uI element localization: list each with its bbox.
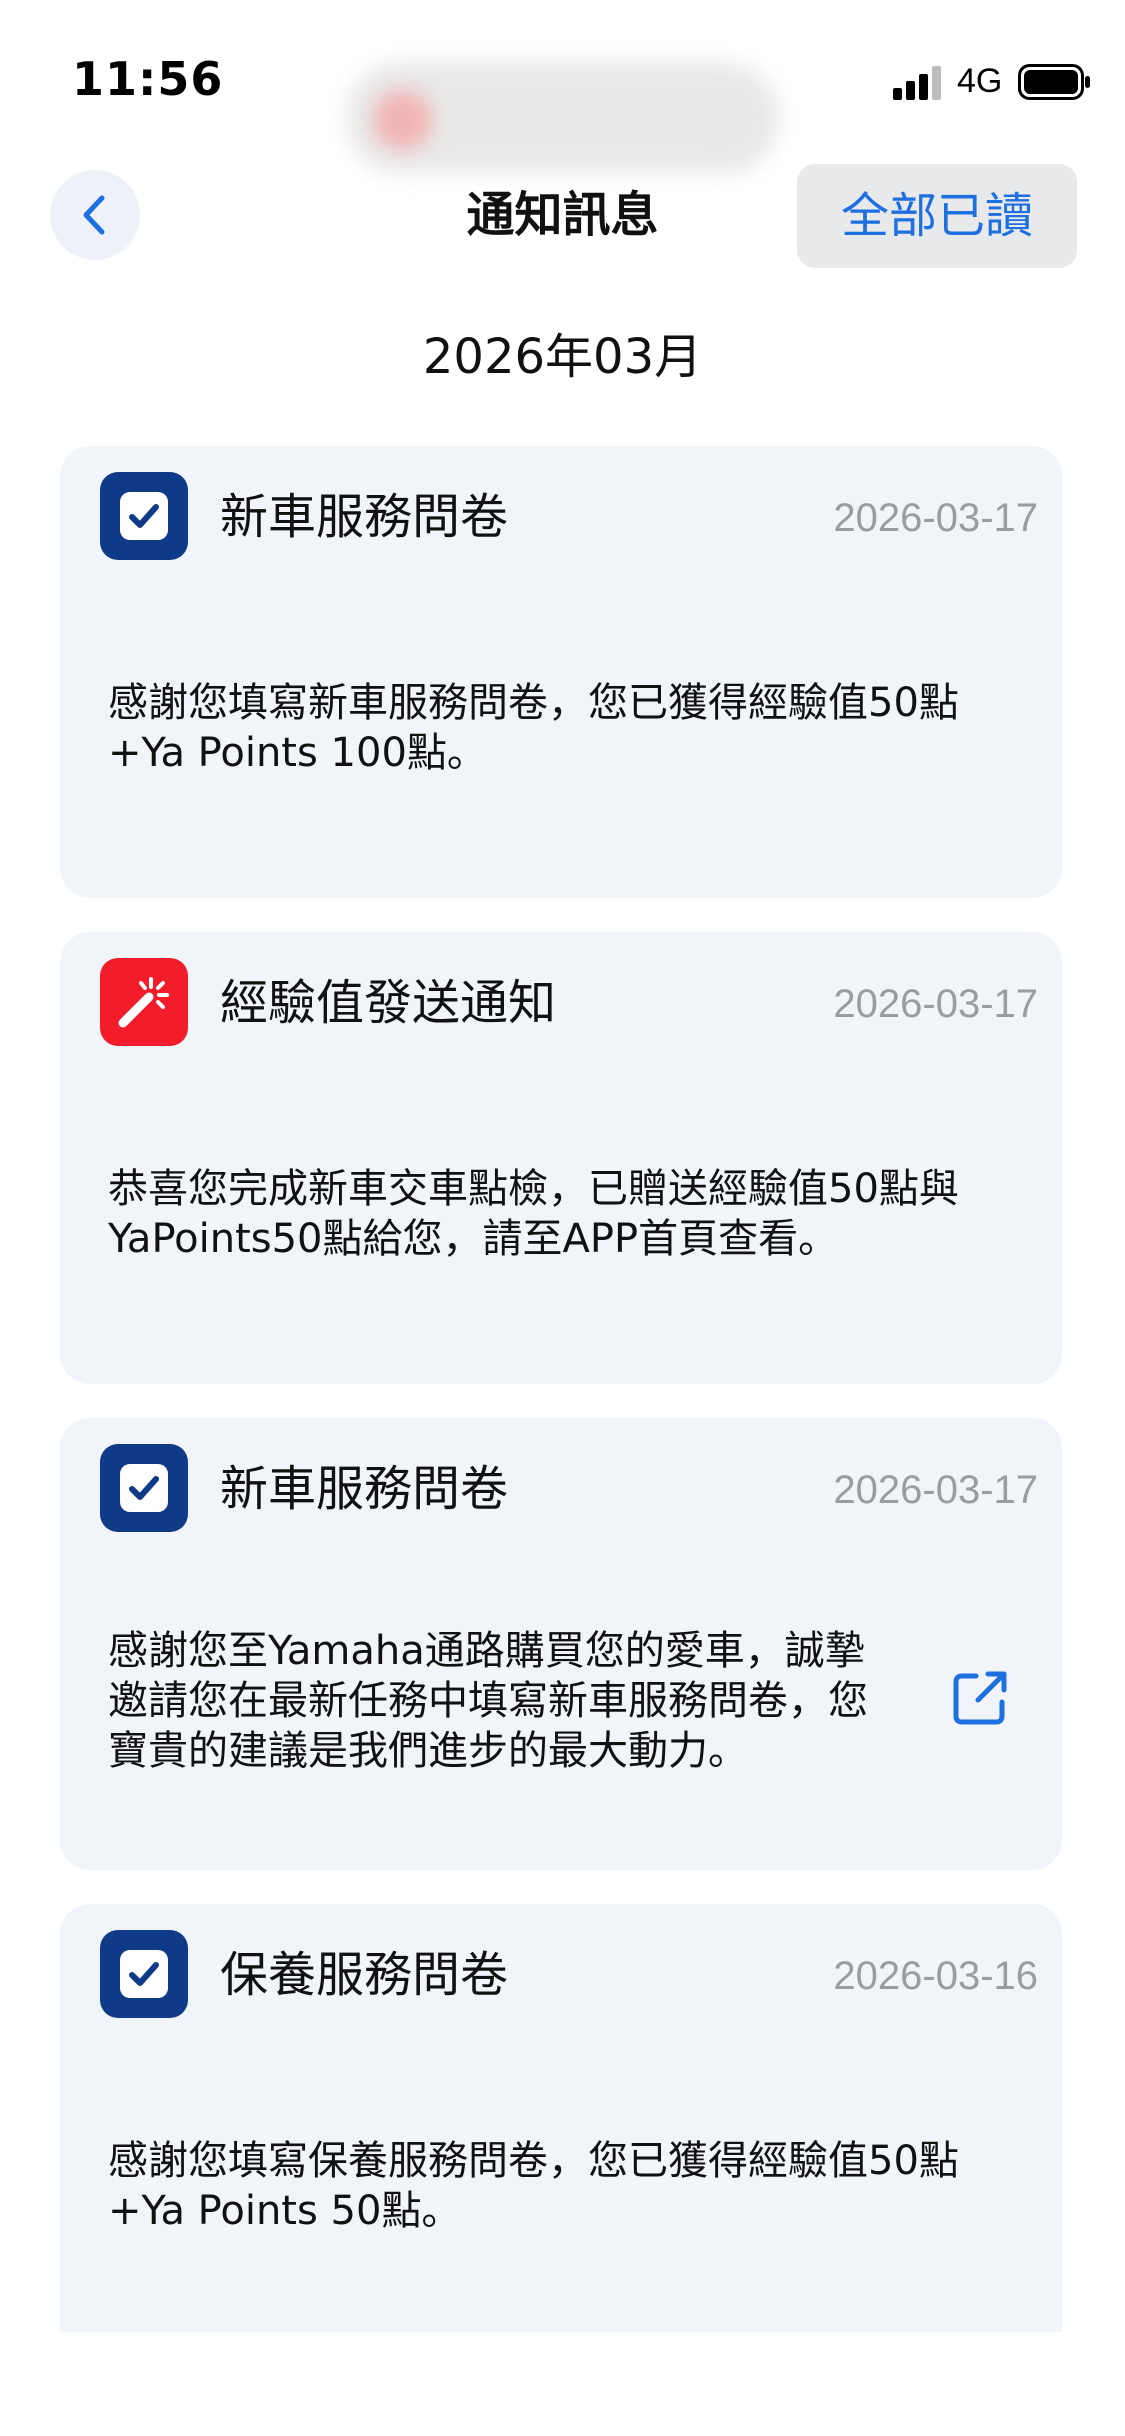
notification-title: 新車服務問卷 (220, 489, 509, 545)
back-button[interactable] (50, 170, 140, 260)
notification-date: 2026-03-16 (833, 1954, 1038, 1998)
network-label: 4G (957, 62, 1003, 100)
notification-title: 新車服務問卷 (220, 1461, 509, 1517)
notification-card[interactable]: 經驗值發送通知 2026-03-17 恭喜您完成新車交車點檢，已贈送經驗值50點… (60, 932, 1062, 1384)
mark-all-read-button[interactable]: 全部已讀 (797, 164, 1077, 268)
month-header: 2026年03月 (422, 329, 703, 385)
status-time: 11:56 (72, 52, 224, 106)
battery-icon (1018, 64, 1090, 100)
notification-body: 感謝您至Yamaha通路購買您的愛車，誠摯 邀請您在最新任務中填寫新車服務問卷，… (108, 1628, 868, 1774)
notification-date: 2026-03-17 (833, 1468, 1038, 1512)
dynamic-island (345, 62, 780, 174)
checkbox-icon (120, 1950, 168, 1998)
notification-body: 感謝您填寫新車服務問卷，您已獲得經驗值50點 +Ya Points 100點。 (108, 680, 959, 776)
notification-title: 保養服務問卷 (220, 1947, 509, 2003)
external-link-icon[interactable] (950, 1666, 1012, 1728)
notification-date: 2026-03-17 (833, 496, 1038, 540)
survey-icon-badge (100, 472, 188, 560)
notification-date: 2026-03-17 (833, 982, 1038, 1026)
notification-card[interactable]: 保養服務問卷 2026-03-16 感謝您填寫保養服務問卷，您已獲得經驗值50點… (60, 1904, 1062, 2332)
notification-body: 恭喜您完成新車交車點檢，已贈送經驗值50點與 YaPoints50點給您，請至A… (108, 1166, 959, 1262)
exp-icon-badge (100, 958, 188, 1046)
notification-body: 感謝您填寫保養服務問卷，您已獲得經驗值50點 +Ya Points 50點。 (108, 2138, 959, 2234)
status-bar: 11:56 4G (0, 0, 1125, 174)
notification-card[interactable]: 新車服務問卷 2026-03-17 感謝您填寫新車服務問卷，您已獲得經驗值50點… (60, 446, 1062, 898)
magic-wand-icon (118, 977, 169, 1028)
chevron-left-icon (83, 195, 105, 235)
notification-title: 經驗值發送通知 (220, 975, 557, 1031)
checkbox-icon (120, 492, 168, 540)
survey-icon-badge (100, 1444, 188, 1532)
notification-card[interactable]: 新車服務問卷 2026-03-17 感謝您至Yamaha通路購買您的愛車，誠摯 … (60, 1418, 1062, 1870)
checkbox-icon (120, 1464, 168, 1512)
cellular-signal-icon (893, 66, 941, 100)
survey-icon-badge (100, 1930, 188, 2018)
